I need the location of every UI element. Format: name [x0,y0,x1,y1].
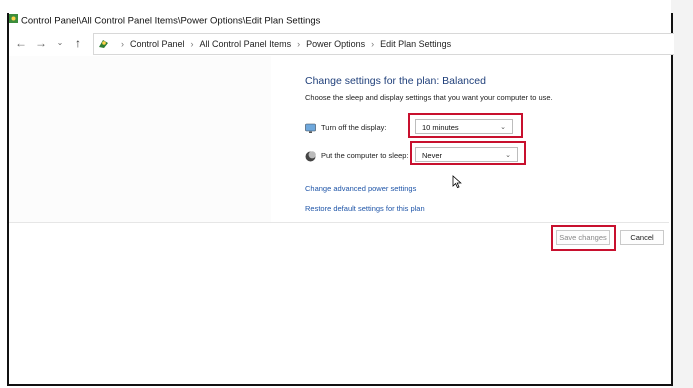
title-bar: Control Panel\All Control Panel Items\Po… [9,14,664,28]
moon-icon [305,149,316,162]
control-panel-icon [9,14,18,28]
page-title: Change settings for the plan: Balanced [305,75,486,87]
sleep-label: Put the computer to sleep: [321,151,409,160]
chevron-down-icon[interactable]: ⌄ [52,32,68,54]
arrow-left-icon[interactable]: ← [13,32,29,54]
control-panel-icon [98,38,109,51]
cancel-button[interactable]: Cancel [620,230,664,245]
mouse-cursor-icon [452,175,463,194]
arrow-right-icon[interactable]: → [33,32,49,54]
restore-defaults-link[interactable]: Restore default settings for this plan [305,204,425,213]
navigation-bar: ← → ⌄ ↑ › Control Panel › All Control Pa… [9,32,674,55]
monitor-icon [305,121,316,133]
breadcrumb-control-panel[interactable]: Control Panel [130,39,185,49]
arrow-up-icon[interactable]: ↑ [70,32,86,54]
footer-divider [9,222,669,223]
breadcrumb: › Control Panel › All Control Panel Item… [98,34,451,54]
save-highlight-box [551,225,616,251]
screen-edge-strip [671,0,693,388]
breadcrumb-separator: › [371,39,375,49]
address-bar[interactable]: › Control Panel › All Control Panel Item… [93,33,674,55]
window-title: Control Panel\All Control Panel Items\Po… [21,15,321,27]
breadcrumb-separator: › [297,39,301,49]
breadcrumb-edit-plan[interactable]: Edit Plan Settings [380,39,451,49]
breadcrumb-power-options[interactable]: Power Options [306,39,365,49]
advanced-settings-link[interactable]: Change advanced power settings [305,184,416,193]
breadcrumb-separator: › [190,39,194,49]
page-subtitle: Choose the sleep and display settings th… [305,93,553,102]
display-highlight-box [408,113,523,138]
display-off-label: Turn off the display: [321,123,387,132]
breadcrumb-separator: › [121,39,124,49]
side-pane [9,56,271,222]
sleep-highlight-box [410,141,526,165]
breadcrumb-all-items[interactable]: All Control Panel Items [200,39,292,49]
